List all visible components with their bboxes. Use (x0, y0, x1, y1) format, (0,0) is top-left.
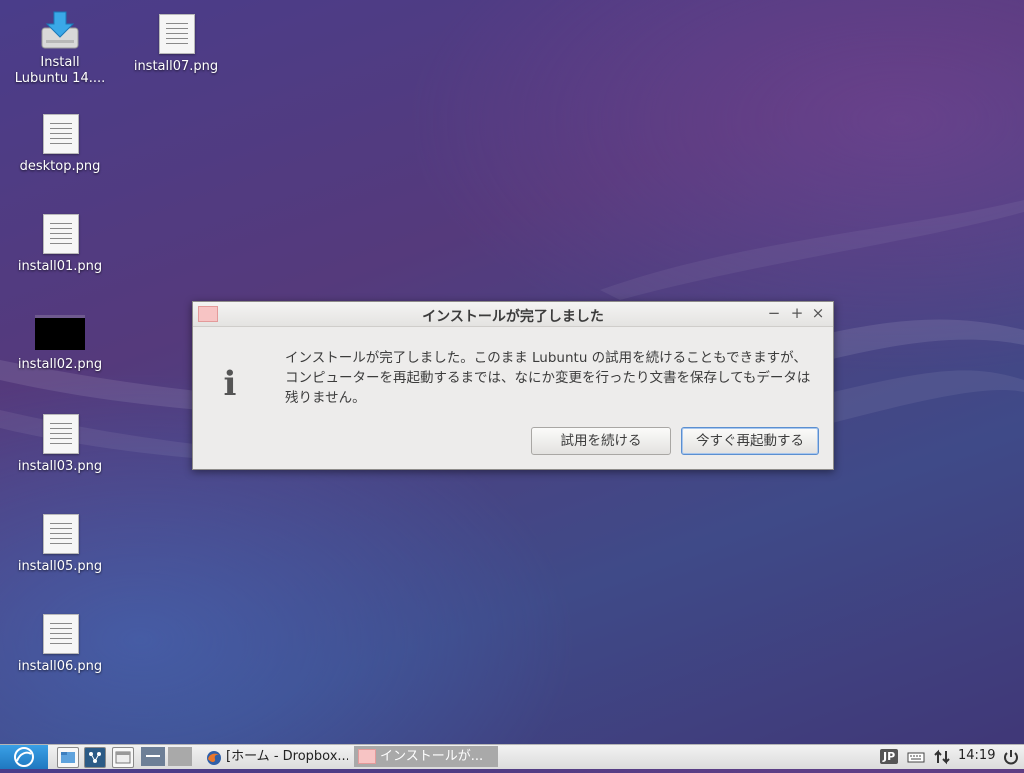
close-button[interactable]: × (809, 304, 827, 322)
task-install-dialog[interactable]: インストールが... (354, 746, 498, 767)
desktop-icon-install07[interactable]: install07.png (126, 14, 226, 75)
power-icon[interactable] (1002, 748, 1020, 766)
workspace-2-button[interactable] (168, 747, 192, 766)
dialog-message: インストールが完了しました。このまま Lubuntu の試用を続けることもできま… (285, 350, 811, 406)
task-label: [ホーム - Dropbox... (226, 749, 348, 764)
desktop-icon-install02[interactable]: install02.png (10, 312, 110, 373)
keyboard-layout-indicator[interactable]: JP (880, 749, 899, 764)
desktop-icon-label: Install Lubuntu 14.... (14, 55, 106, 86)
desktop-icon-install03[interactable]: install03.png (10, 414, 110, 475)
desktop-icon-install05[interactable]: install05.png (10, 514, 110, 575)
taskbar: [ホーム - Dropbox... インストールが... JP 14:19 (0, 744, 1024, 769)
info-icon: i (223, 364, 237, 404)
image-thumbnail-icon (35, 312, 85, 352)
desktop-icon-install06[interactable]: install06.png (10, 614, 110, 675)
network-transfer-icon[interactable] (933, 748, 951, 766)
lubuntu-logo-icon (14, 747, 34, 767)
image-file-icon (40, 614, 80, 654)
file-manager-icon[interactable] (57, 747, 79, 768)
desktop-icon-label: desktop.png (19, 159, 101, 174)
keyboard-icon[interactable] (907, 748, 925, 766)
desktop-icon-label: install02.png (17, 357, 103, 372)
task-label: インストールが... (380, 749, 484, 764)
task-firefox[interactable]: [ホーム - Dropbox... (202, 746, 348, 767)
desktop-icon-installer[interactable]: Install Lubuntu 14.... (10, 10, 110, 87)
minimize-button[interactable]: − (765, 304, 783, 322)
dialog-title: インストールが完了しました (422, 309, 604, 325)
installer-icon (40, 10, 80, 50)
network-icon[interactable] (84, 747, 106, 768)
desktop-icon-label: install05.png (17, 559, 103, 574)
image-file-icon (40, 114, 80, 154)
desktop-icon-install01[interactable]: install01.png (10, 214, 110, 275)
image-file-icon (40, 414, 80, 454)
image-file-icon (40, 214, 80, 254)
image-file-icon (156, 14, 196, 54)
firefox-icon (206, 750, 222, 765)
start-menu-button[interactable] (0, 745, 48, 769)
desktop-icon-label: install07.png (133, 59, 219, 74)
desktop-icon-label: install01.png (17, 259, 103, 274)
window-icon (358, 749, 376, 764)
install-complete-dialog: インストールが完了しました − + × i インストールが完了しました。このまま… (192, 301, 834, 470)
desktop-icon-desktop[interactable]: desktop.png (10, 114, 110, 175)
workspace-1-button[interactable] (141, 747, 165, 766)
continue-trial-button[interactable]: 試用を続ける (531, 427, 671, 455)
show-desktop-icon[interactable] (112, 747, 134, 768)
desktop-icon-label: install03.png (17, 459, 103, 474)
dialog-titlebar[interactable]: インストールが完了しました − + × (193, 302, 833, 327)
clock[interactable]: 14:19 (958, 748, 995, 763)
image-file-icon (40, 514, 80, 554)
restart-now-button[interactable]: 今すぐ再起動する (681, 427, 819, 455)
desktop-icon-label: install06.png (17, 659, 103, 674)
maximize-button[interactable]: + (788, 304, 806, 322)
